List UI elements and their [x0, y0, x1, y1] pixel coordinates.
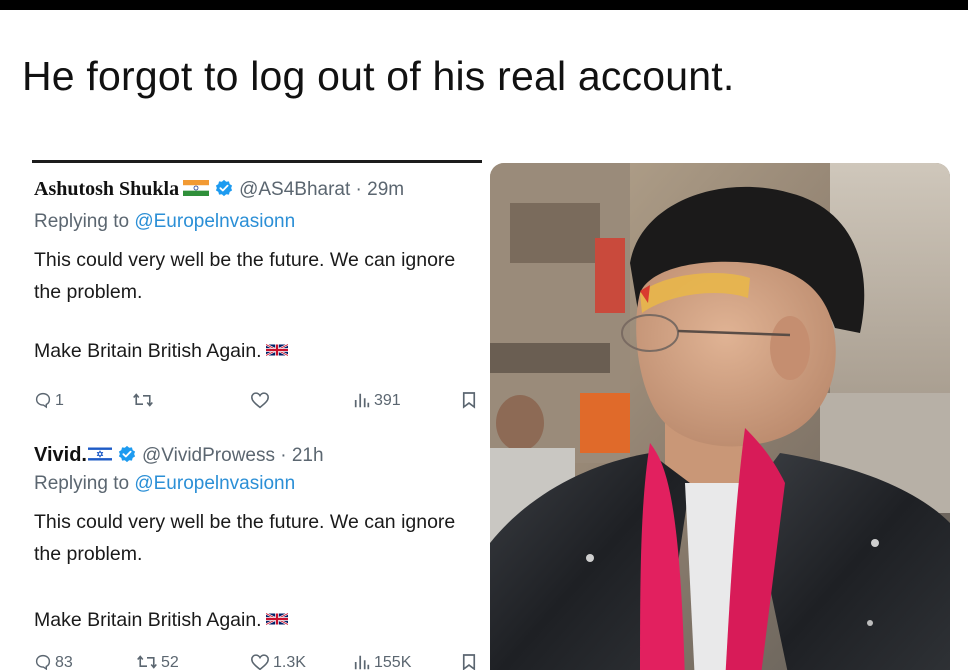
tweet-screenshot: Ashutosh Shukla @AS4Bharat · 29m Replyin… — [28, 160, 483, 670]
reply-icon — [35, 392, 51, 409]
india-flag-icon — [183, 179, 210, 196]
replying-to-link[interactable]: @Europelnvasionn — [134, 211, 295, 232]
retweet-button[interactable]: 52 — [136, 648, 179, 670]
bookmark-icon — [462, 653, 476, 670]
replying-to-link[interactable]: @Europelnvasionn — [134, 473, 295, 494]
replying-to: Replying to @Europelnvasionn — [34, 472, 295, 496]
uk-flag-icon — [265, 343, 288, 357]
tweet-text-second: Make Britain British Again. — [34, 340, 262, 362]
author-name[interactable]: Ashutosh Shukla — [34, 178, 179, 200]
author-handle[interactable]: @VividProwess · 21h — [142, 445, 324, 466]
replying-to: Replying to @Europelnvasionn — [34, 210, 295, 234]
reply-button[interactable]: 83 — [34, 648, 73, 670]
meme-caption: He forgot to log out of his real account… — [22, 53, 735, 99]
heart-icon — [251, 392, 269, 409]
tweet-actions: 1 391 — [28, 386, 483, 416]
bookmark-icon — [462, 391, 476, 409]
views-icon — [354, 393, 370, 407]
views-count: 155K — [374, 654, 412, 670]
views-icon — [354, 655, 370, 669]
reply-button[interactable]: 1 — [34, 386, 64, 416]
author-handle[interactable]: @AS4Bharat · 29m — [239, 179, 404, 200]
tweet-text-line2: Make Britain British Again. — [34, 336, 288, 366]
replying-prefix: Replying to — [34, 473, 135, 494]
tweet-text-second: Make Britain British Again. — [34, 609, 262, 631]
bookmark-button[interactable] — [462, 386, 476, 416]
verified-badge-icon — [118, 445, 136, 463]
author-name[interactable]: Vivid. — [34, 444, 87, 466]
bookmark-button[interactable] — [462, 648, 476, 670]
reply-count: 83 — [55, 654, 73, 670]
tweet-header: Ashutosh Shukla @AS4Bharat · 29m — [34, 174, 404, 204]
verified-badge-icon — [215, 179, 233, 197]
tweet-text: This could very well be the future. We c… — [34, 249, 456, 303]
heart-icon — [251, 654, 269, 670]
views-count: 391 — [374, 392, 401, 409]
like-button[interactable]: 1.3K — [250, 648, 306, 670]
uk-flag-icon — [265, 612, 288, 626]
views-button[interactable]: 155K — [353, 648, 411, 670]
retweet-icon — [133, 393, 153, 407]
tweet-header: Vivid. @VividProwess · 21h — [34, 440, 324, 470]
retweet-count: 52 — [161, 654, 179, 670]
top-black-bar — [0, 0, 968, 10]
profile-photo — [490, 163, 950, 670]
like-count: 1.3K — [273, 654, 306, 670]
retweet-button[interactable] — [132, 386, 157, 416]
screenshot-top-border — [32, 160, 482, 163]
like-button[interactable] — [250, 386, 273, 416]
israel-flag-icon — [88, 445, 112, 462]
retweet-icon — [137, 655, 157, 669]
replying-prefix: Replying to — [34, 211, 135, 232]
man-portrait-image — [490, 163, 950, 670]
reply-count: 1 — [55, 392, 64, 409]
reply-icon — [35, 654, 51, 670]
tweet-actions: 83 52 1.3K 155K — [28, 648, 483, 670]
tweet-text: This could very well be the future. We c… — [34, 511, 456, 565]
tweet-text-line2: Make Britain British Again. — [34, 605, 288, 635]
views-button[interactable]: 391 — [353, 386, 401, 416]
